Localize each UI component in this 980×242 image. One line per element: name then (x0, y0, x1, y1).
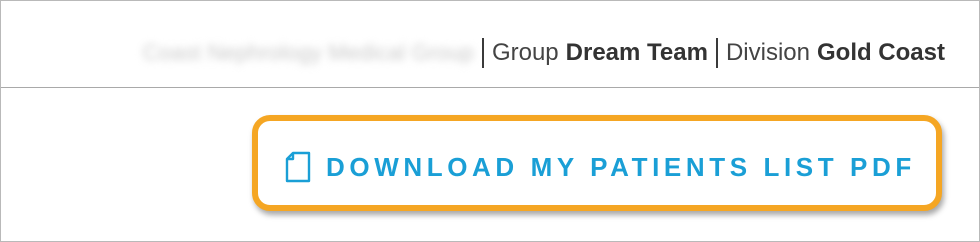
page-frame: Coast Nephrology Medical Group Group Dre… (0, 0, 980, 242)
org-name: Coast Nephrology Medical Group (142, 40, 474, 65)
group-label: Group (491, 39, 559, 66)
separator (715, 38, 718, 68)
group-value: Dream Team (565, 39, 708, 66)
org-info-line: Coast Nephrology Medical Group Group Dre… (143, 35, 945, 71)
division-value: Gold Coast (816, 39, 945, 66)
division-label: Division (725, 39, 810, 66)
org-header: Coast Nephrology Medical Group Group Dre… (1, 1, 979, 88)
download-patients-pdf-button[interactable]: DOWNLOAD MY PATIENTS LIST PDF (284, 147, 916, 187)
document-icon (284, 151, 312, 183)
separator (481, 38, 484, 68)
download-label: DOWNLOAD MY PATIENTS LIST PDF (326, 151, 916, 182)
